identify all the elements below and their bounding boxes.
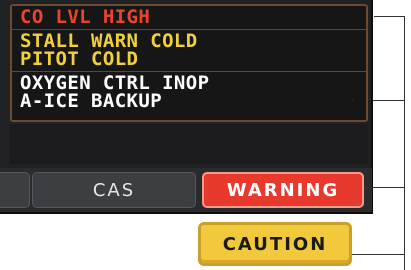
cas-warning-group: CO LVL HIGH — [12, 6, 366, 30]
cas-advisory-group: OXYGEN CTRL INOP A-ICE BACKUP — [12, 72, 366, 113]
callout-line-advisory — [373, 100, 405, 101]
display-bezel: CO LVL HIGH STALL WARN COLD PITOT COLD O… — [0, 0, 373, 214]
callout-line-vertical — [404, 16, 405, 270]
callout-line-warning — [364, 187, 405, 188]
cas-softkey[interactable]: CAS — [32, 172, 196, 208]
caution-button[interactable]: CAUTION — [198, 222, 352, 266]
callout-line-top — [374, 16, 405, 17]
warning-softkey[interactable]: WARNING — [202, 172, 364, 208]
cas-message-window: CO LVL HIGH STALL WARN COLD PITOT COLD O… — [10, 4, 368, 122]
display-empty-area — [10, 124, 368, 164]
cas-caution-group: STALL WARN COLD PITOT COLD — [12, 30, 366, 72]
cas-advisory-message: A-ICE BACKUP — [20, 90, 163, 112]
callout-line-advisory — [352, 100, 353, 101]
cas-warning-message: CO LVL HIGH — [20, 6, 151, 28]
softkey-previous[interactable] — [0, 172, 30, 208]
cas-caution-message: PITOT COLD — [20, 48, 139, 70]
callout-line-caution — [352, 254, 405, 255]
softkey-bar: CAS WARNING — [0, 168, 372, 212]
